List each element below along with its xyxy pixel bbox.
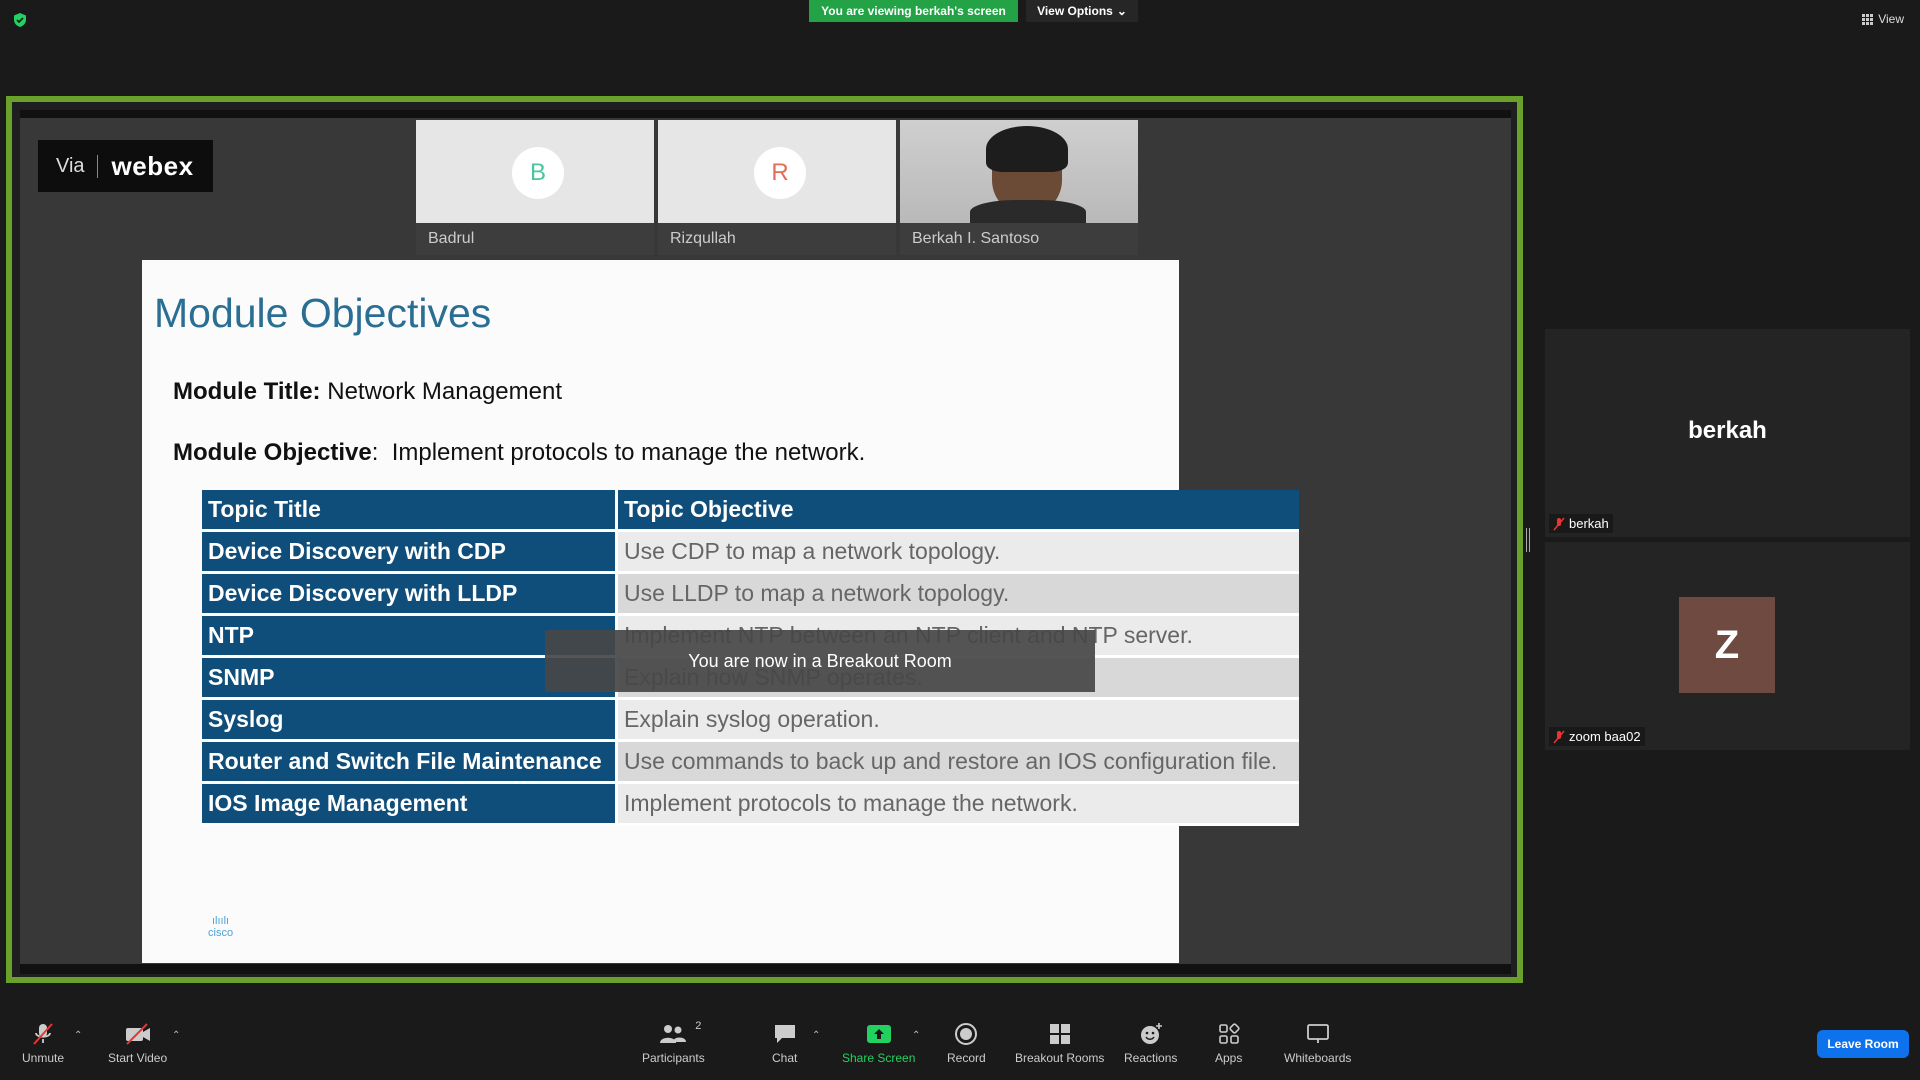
apps-button[interactable]: Apps xyxy=(1215,1022,1242,1065)
participants-button[interactable]: 2 Participants xyxy=(642,1020,705,1065)
table-row: Router and Switch File Maintenance Use c… xyxy=(202,742,1299,784)
webex-participant-tile: B Badrul xyxy=(416,120,654,255)
participant-label: berkah xyxy=(1549,514,1613,533)
record-button[interactable]: Record xyxy=(947,1022,986,1065)
participant-avatar: Z xyxy=(1679,597,1775,693)
module-title-line: Module Title: Network Management xyxy=(173,378,563,405)
view-options-label: View Options xyxy=(1037,4,1113,18)
whiteboard-icon xyxy=(1306,1024,1329,1043)
table-row: IOS Image Management Implement protocols… xyxy=(202,784,1299,826)
shared-screen-content: Via webex B Badrul R Rizqullah Berkah I.… xyxy=(20,110,1511,974)
slide-title: Module Objectives xyxy=(154,290,492,336)
panel-resize-handle[interactable] xyxy=(1526,528,1530,552)
participant-display-name: berkah xyxy=(1688,417,1767,444)
participant-label: zoom baa02 xyxy=(1549,727,1645,746)
view-label: View xyxy=(1878,12,1904,26)
audio-options-caret-icon[interactable]: ⌃ xyxy=(74,1030,82,1041)
meeting-toolbar: Unmute ⌃ Start Video ⌃ 2 Participants Ch… xyxy=(0,1010,1920,1080)
viewing-screen-banner: You are viewing berkah's screen xyxy=(809,0,1018,22)
participant-avatar: R xyxy=(754,147,806,199)
video-options-caret-icon[interactable]: ⌃ xyxy=(172,1030,180,1041)
video-off-icon xyxy=(125,1023,150,1045)
table-row: Device Discovery with LLDP Use LLDP to m… xyxy=(202,574,1299,616)
participant-tile[interactable]: berkah berkah xyxy=(1545,329,1910,537)
view-options-button[interactable]: View Options ⌄ xyxy=(1026,0,1138,22)
mic-muted-icon xyxy=(1553,517,1565,530)
breakout-room-toast: You are now in a Breakout Room xyxy=(545,630,1095,692)
table-row: Device Discovery with CDP Use CDP to map… xyxy=(202,532,1299,574)
share-screen-button[interactable]: Share Screen xyxy=(842,1022,915,1065)
grid-icon xyxy=(1862,13,1874,25)
unmute-button[interactable]: Unmute xyxy=(22,1022,64,1065)
share-screen-icon xyxy=(866,1025,891,1043)
table-row: Syslog Explain syslog operation. xyxy=(202,700,1299,742)
chat-options-caret-icon[interactable]: ⌃ xyxy=(812,1030,820,1041)
view-layout-button[interactable]: View xyxy=(1862,12,1904,26)
module-objective-line: Module Objective: Implement protocols to… xyxy=(173,439,866,466)
shared-screen: Via webex B Badrul R Rizqullah Berkah I.… xyxy=(6,96,1523,983)
participant-video xyxy=(900,120,1138,230)
participant-avatar: B xyxy=(512,147,564,199)
participants-icon xyxy=(660,1025,687,1043)
breakout-rooms-button[interactable]: Breakout Rooms xyxy=(1015,1022,1104,1065)
mic-muted-icon xyxy=(33,1023,53,1045)
apps-icon xyxy=(1218,1023,1240,1044)
whiteboards-button[interactable]: Whiteboards xyxy=(1284,1022,1351,1065)
reactions-icon xyxy=(1140,1023,1162,1044)
mic-muted-icon xyxy=(1553,730,1565,743)
chevron-down-icon: ⌄ xyxy=(1116,4,1127,18)
security-shield-icon[interactable] xyxy=(12,12,28,28)
participant-name: Berkah I. Santoso xyxy=(900,223,1138,255)
table-header-row: Topic Title Topic Objective xyxy=(202,490,1299,532)
webex-participant-tile: R Rizqullah xyxy=(658,120,896,255)
presentation-slide: Module Objectives Module Title: Network … xyxy=(142,260,1299,963)
participant-name: Rizqullah xyxy=(658,223,896,255)
share-options-caret-icon[interactable]: ⌃ xyxy=(912,1030,920,1041)
reactions-button[interactable]: Reactions xyxy=(1124,1022,1177,1065)
start-video-button[interactable]: Start Video xyxy=(108,1022,167,1065)
chat-button[interactable]: Chat xyxy=(772,1022,797,1065)
cisco-logo: ılıılı cisco xyxy=(208,915,234,939)
record-icon xyxy=(955,1023,978,1045)
leave-room-button[interactable]: Leave Room xyxy=(1817,1030,1909,1058)
participants-count: 2 xyxy=(695,1020,702,1032)
webex-participant-video-tile: Berkah I. Santoso xyxy=(900,120,1138,255)
webex-logo: Via webex xyxy=(38,140,213,192)
participant-tile[interactable]: Z zoom baa02 xyxy=(1545,542,1910,750)
participant-name: Badrul xyxy=(416,223,654,255)
chat-icon xyxy=(774,1025,795,1043)
breakout-rooms-icon xyxy=(1049,1024,1070,1044)
